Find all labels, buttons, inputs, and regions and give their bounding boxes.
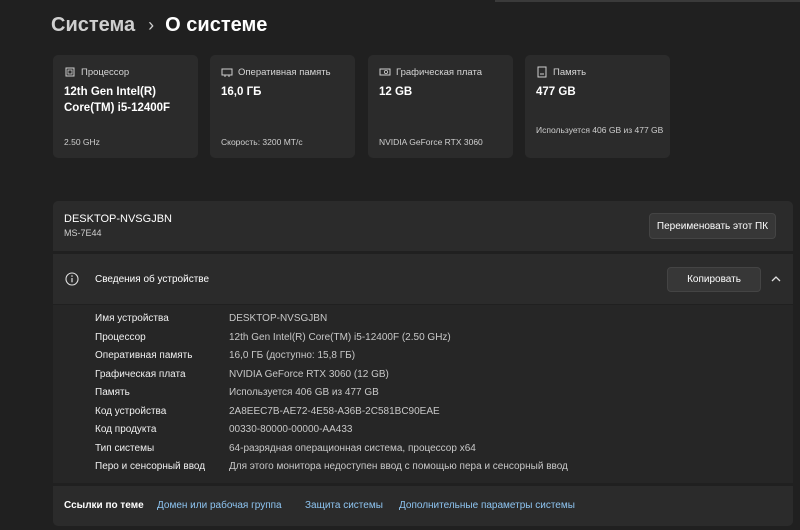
link-system-protection[interactable]: Защита системы xyxy=(305,500,383,511)
link-domain-workgroup[interactable]: Домен или рабочая группа xyxy=(157,500,282,511)
page-title: О системе xyxy=(165,14,268,36)
breadcrumb-system[interactable]: Система xyxy=(51,14,135,37)
spec-label: Код продукта xyxy=(95,424,157,435)
card-graphics: Графическая плата 12 GB NVIDIA GeForce R… xyxy=(368,55,513,158)
spec-label: Код устройства xyxy=(95,406,167,417)
spec-label: Память xyxy=(95,387,130,398)
device-specs-body: Имя устройства DESKTOP-NVSGJBN Процессор… xyxy=(53,305,793,483)
storage-icon xyxy=(537,66,547,78)
related-links-label: Ссылки по теме xyxy=(64,500,144,511)
spec-label: Перо и сенсорный ввод xyxy=(95,461,206,472)
card-footer: NVIDIA GeForce RTX 3060 xyxy=(379,137,483,147)
spec-label: Тип системы xyxy=(95,443,155,454)
spec-label: Графическая плата xyxy=(95,369,186,380)
spec-row: Перо и сенсорный ввод Для этого монитора… xyxy=(95,461,568,479)
pc-model: MS-7E44 xyxy=(64,228,102,238)
card-footer: Используется 406 GB из 477 GB xyxy=(536,125,664,135)
spec-row: Процессор 12th Gen Intel(R) Core(TM) i5-… xyxy=(95,332,451,350)
card-storage: Память 477 GB Используется 406 GB из 477… xyxy=(525,55,670,158)
spec-row: Память Используется 406 GB из 477 GB xyxy=(95,387,379,405)
spec-label: Процессор xyxy=(95,332,146,343)
spec-value: Для этого монитора недоступен ввод с пом… xyxy=(229,461,568,472)
rename-pc-button[interactable]: Переименовать этот ПК xyxy=(649,213,776,239)
info-icon xyxy=(65,272,79,286)
spec-label: Оперативная память xyxy=(95,350,193,361)
spec-row: Тип системы 64-разрядная операционная си… xyxy=(95,443,476,461)
spec-value: 2A8EEC7B-AE72-4E58-A36B-2C581BC90EAE xyxy=(229,406,440,417)
spec-row: Код продукта 00330-80000-00000-AA433 xyxy=(95,424,352,442)
graphics-card-icon xyxy=(379,68,391,76)
link-advanced-system-settings[interactable]: Дополнительные параметры системы xyxy=(399,500,575,511)
card-value: 12 GB xyxy=(379,86,413,98)
card-title: Процессор xyxy=(81,66,130,78)
copy-button[interactable]: Копировать xyxy=(667,267,761,292)
pc-name-panel: DESKTOP-NVSGJBN MS-7E44 Переименовать эт… xyxy=(53,201,793,251)
spec-row: Графическая плата NVIDIA GeForce RTX 306… xyxy=(95,369,389,387)
top-edge xyxy=(0,0,800,4)
card-memory: Оперативная память 16,0 ГБ Скорость: 320… xyxy=(210,55,355,158)
spec-value: 16,0 ГБ (доступно: 15,8 ГБ) xyxy=(229,350,356,361)
card-title: Память xyxy=(553,66,587,78)
spec-value: 00330-80000-00000-AA433 xyxy=(229,424,353,435)
card-title: Оперативная память xyxy=(238,66,331,78)
card-value: 477 GB xyxy=(536,86,576,98)
processor-icon xyxy=(65,67,75,77)
spec-value: DESKTOP-NVSGJBN xyxy=(229,313,328,324)
card-footer: 2.50 GHz xyxy=(64,137,100,147)
breadcrumb: Система › О системе xyxy=(51,14,267,37)
spec-value: Используется 406 GB из 477 GB xyxy=(229,387,379,398)
spec-value: NVIDIA GeForce RTX 3060 (12 GB) xyxy=(229,369,389,380)
spec-value: 12th Gen Intel(R) Core(TM) i5-12400F (2.… xyxy=(229,332,451,343)
spec-value: 64-разрядная операционная система, проце… xyxy=(229,443,476,454)
memory-icon xyxy=(221,68,233,77)
device-specs-title: Сведения об устройстве xyxy=(95,274,210,285)
device-specs-header[interactable]: Сведения об устройстве Копировать xyxy=(53,254,793,304)
chevron-up-icon[interactable] xyxy=(770,273,782,285)
spec-row: Оперативная память 16,0 ГБ (доступно: 15… xyxy=(95,350,355,368)
card-title: Графическая плата xyxy=(396,66,483,78)
chevron-right-icon: › xyxy=(148,15,155,35)
card-value: 16,0 ГБ xyxy=(221,86,262,98)
spec-row: Имя устройства DESKTOP-NVSGJBN xyxy=(95,313,327,331)
related-links: Ссылки по теме Домен или рабочая группа … xyxy=(53,486,793,526)
spec-row: Код устройства 2A8EEC7B-AE72-4E58-A36B-2… xyxy=(95,406,440,424)
card-footer: Скорость: 3200 МТ/с xyxy=(221,137,303,147)
card-value: 12th Gen Intel(R) Core(TM) i5-12400F xyxy=(64,86,171,114)
pc-name: DESKTOP-NVSGJBN xyxy=(64,213,172,225)
spec-label: Имя устройства xyxy=(95,313,169,324)
card-processor: Процессор 12th Gen Intel(R) Core(TM) i5-… xyxy=(53,55,198,158)
